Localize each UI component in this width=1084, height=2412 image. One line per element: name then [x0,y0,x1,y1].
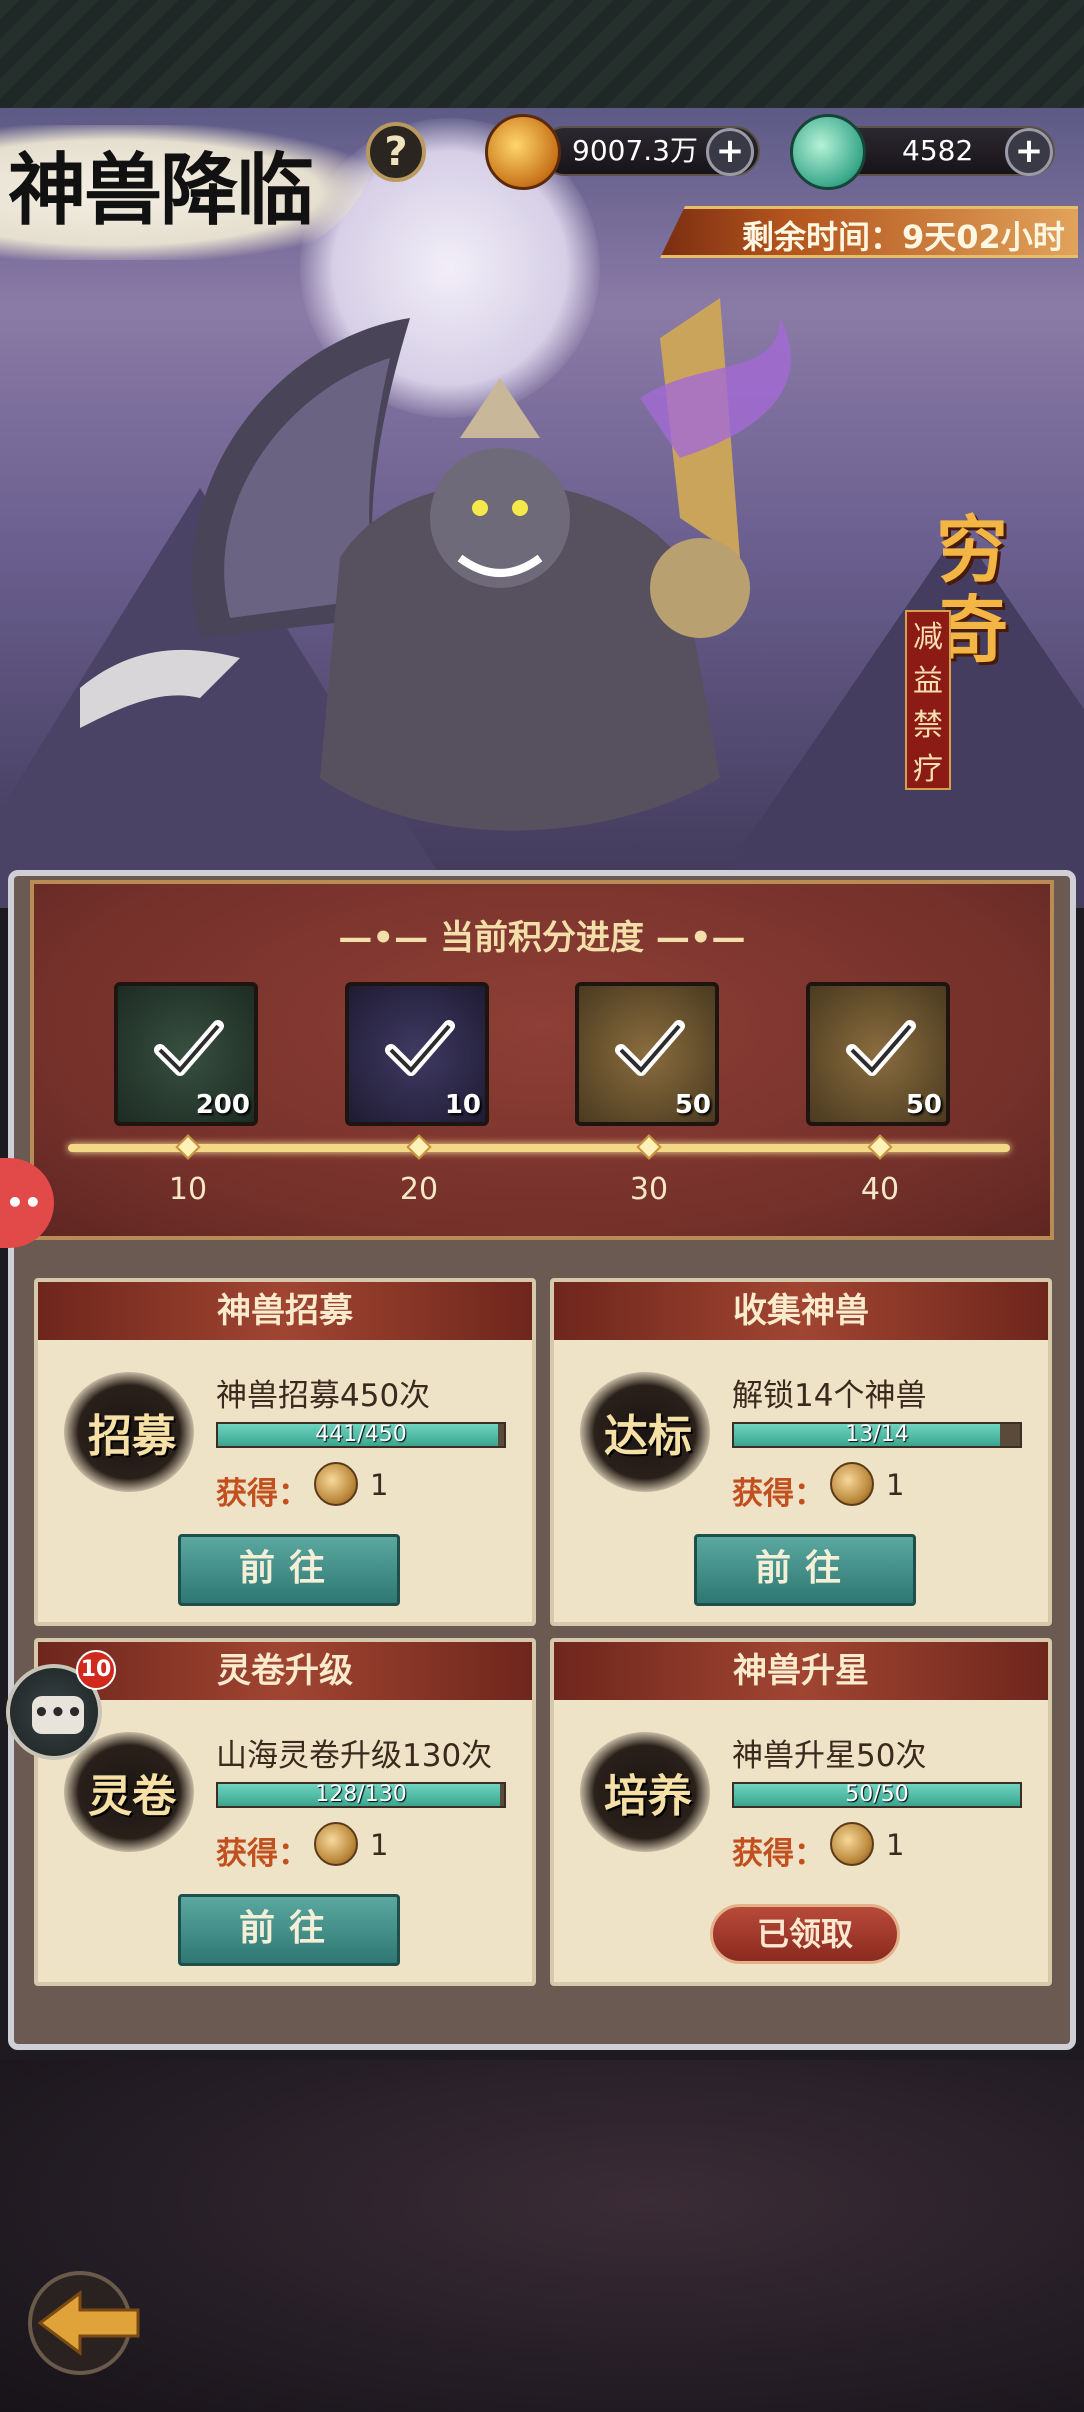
back-arrow-icon[interactable] [20,2268,150,2378]
card-reward-label: 获得： [732,1836,825,1872]
card-emblem-text: 招募 [88,1411,176,1462]
card-reward-label: 获得： [216,1836,309,1872]
reward-slot-4[interactable]: 50 [806,982,950,1126]
card-task-text: 山海灵卷升级130次 [216,1738,493,1774]
card-emblem-text: 培养 [604,1771,692,1822]
check-icon [615,1020,685,1076]
help-button[interactable]: ? [366,122,426,182]
bottom-background [0,2060,1084,2412]
reward-slot-1[interactable]: 200 [114,982,258,1126]
reward-token-icon [830,1822,874,1866]
card-task-text: 神兽升星50次 [732,1738,927,1774]
card-task-text: 解锁14个神兽 [732,1378,927,1414]
chat-bubble-icon: ••• [32,1696,84,1734]
reward-token-icon [314,1822,358,1866]
card-reward-qty: 1 [370,1828,389,1862]
check-icon [846,1020,916,1076]
side-menu-dots: •• [6,1186,42,1219]
check-icon [385,1020,455,1076]
claimed-button[interactable]: 已领取 [710,1904,900,1964]
reward-count: 50 [674,1090,711,1120]
card-progress-text: 50/50 [845,1782,909,1807]
card-emblem-text: 达标 [604,1411,692,1462]
remaining-time-text: 剩余时间：9天02小时 [742,218,1065,256]
card-header: 神兽招募 [38,1282,532,1340]
milestone-label: 30 [629,1172,669,1207]
milestone-label: 10 [168,1172,208,1207]
card-header: 神兽升星 [554,1642,1048,1700]
jade-amount: 4582 [902,134,974,167]
card-header: 收集神兽 [554,1282,1048,1340]
task-card-star-up: 神兽升星 培养 神兽升星50次 50/50 获得： 1 已领取 [550,1638,1052,1986]
task-card-recruit: 神兽招募 招募 神兽招募450次 441/450 获得： 1 前往 [34,1278,536,1626]
card-emblem-text: 灵卷 [88,1771,176,1822]
page-title: 神兽降临 [8,145,314,236]
card-progress-text: 128/130 [315,1782,407,1807]
gold-amount: 9007.3万 [572,134,698,167]
card-reward-qty: 1 [886,1828,905,1862]
jade-icon [790,114,866,190]
reward-count: 50 [905,1090,942,1120]
card-reward-qty: 1 [370,1468,389,1502]
card-reward-label: 获得： [216,1476,309,1512]
chat-dots: ••• [33,1698,83,1728]
top-decorative-strip [0,0,1084,110]
reward-token-icon [830,1462,874,1506]
milestone-label: 40 [860,1172,900,1207]
card-task-text: 神兽招募450次 [216,1378,431,1414]
beast-illustration [80,298,791,831]
card-reward-label: 获得： [732,1476,825,1512]
reward-count: 10 [444,1090,481,1120]
milestone-label: 20 [399,1172,439,1207]
card-progress-text: 441/450 [315,1422,407,1447]
card-reward-qty: 1 [886,1468,905,1502]
go-button[interactable]: 前往 [178,1534,400,1606]
task-card-scroll-upgrade: 灵卷升级 灵卷 山海灵卷升级130次 128/130 获得： 1 前往 [34,1638,536,1986]
gold-coin-icon [485,114,561,190]
check-icon [154,1020,224,1076]
card-progress-text: 13/14 [845,1422,909,1447]
card-progress-bar: 50/50 [732,1782,1022,1808]
card-progress-bar: 441/450 [216,1422,506,1448]
reward-count: 200 [195,1090,250,1120]
reward-slot-3[interactable]: 50 [575,982,719,1126]
beast-skill-tag: 减益禁疗 [905,610,951,790]
reward-token-icon [314,1462,358,1506]
reward-slot-2[interactable]: 10 [345,982,489,1126]
task-card-collect: 收集神兽 达标 解锁14个神兽 13/14 获得： 1 前往 [550,1278,1052,1626]
go-button[interactable]: 前往 [178,1894,400,1966]
card-progress-bar: 13/14 [732,1422,1022,1448]
add-gold-button[interactable]: + [706,128,754,176]
add-jade-button[interactable]: + [1005,128,1053,176]
score-progress-title: —•— 当前积分进度 —•— [338,918,746,958]
go-button[interactable]: 前往 [694,1534,916,1606]
chat-unread-badge: 10 [76,1650,116,1690]
card-progress-bar: 128/130 [216,1782,506,1808]
